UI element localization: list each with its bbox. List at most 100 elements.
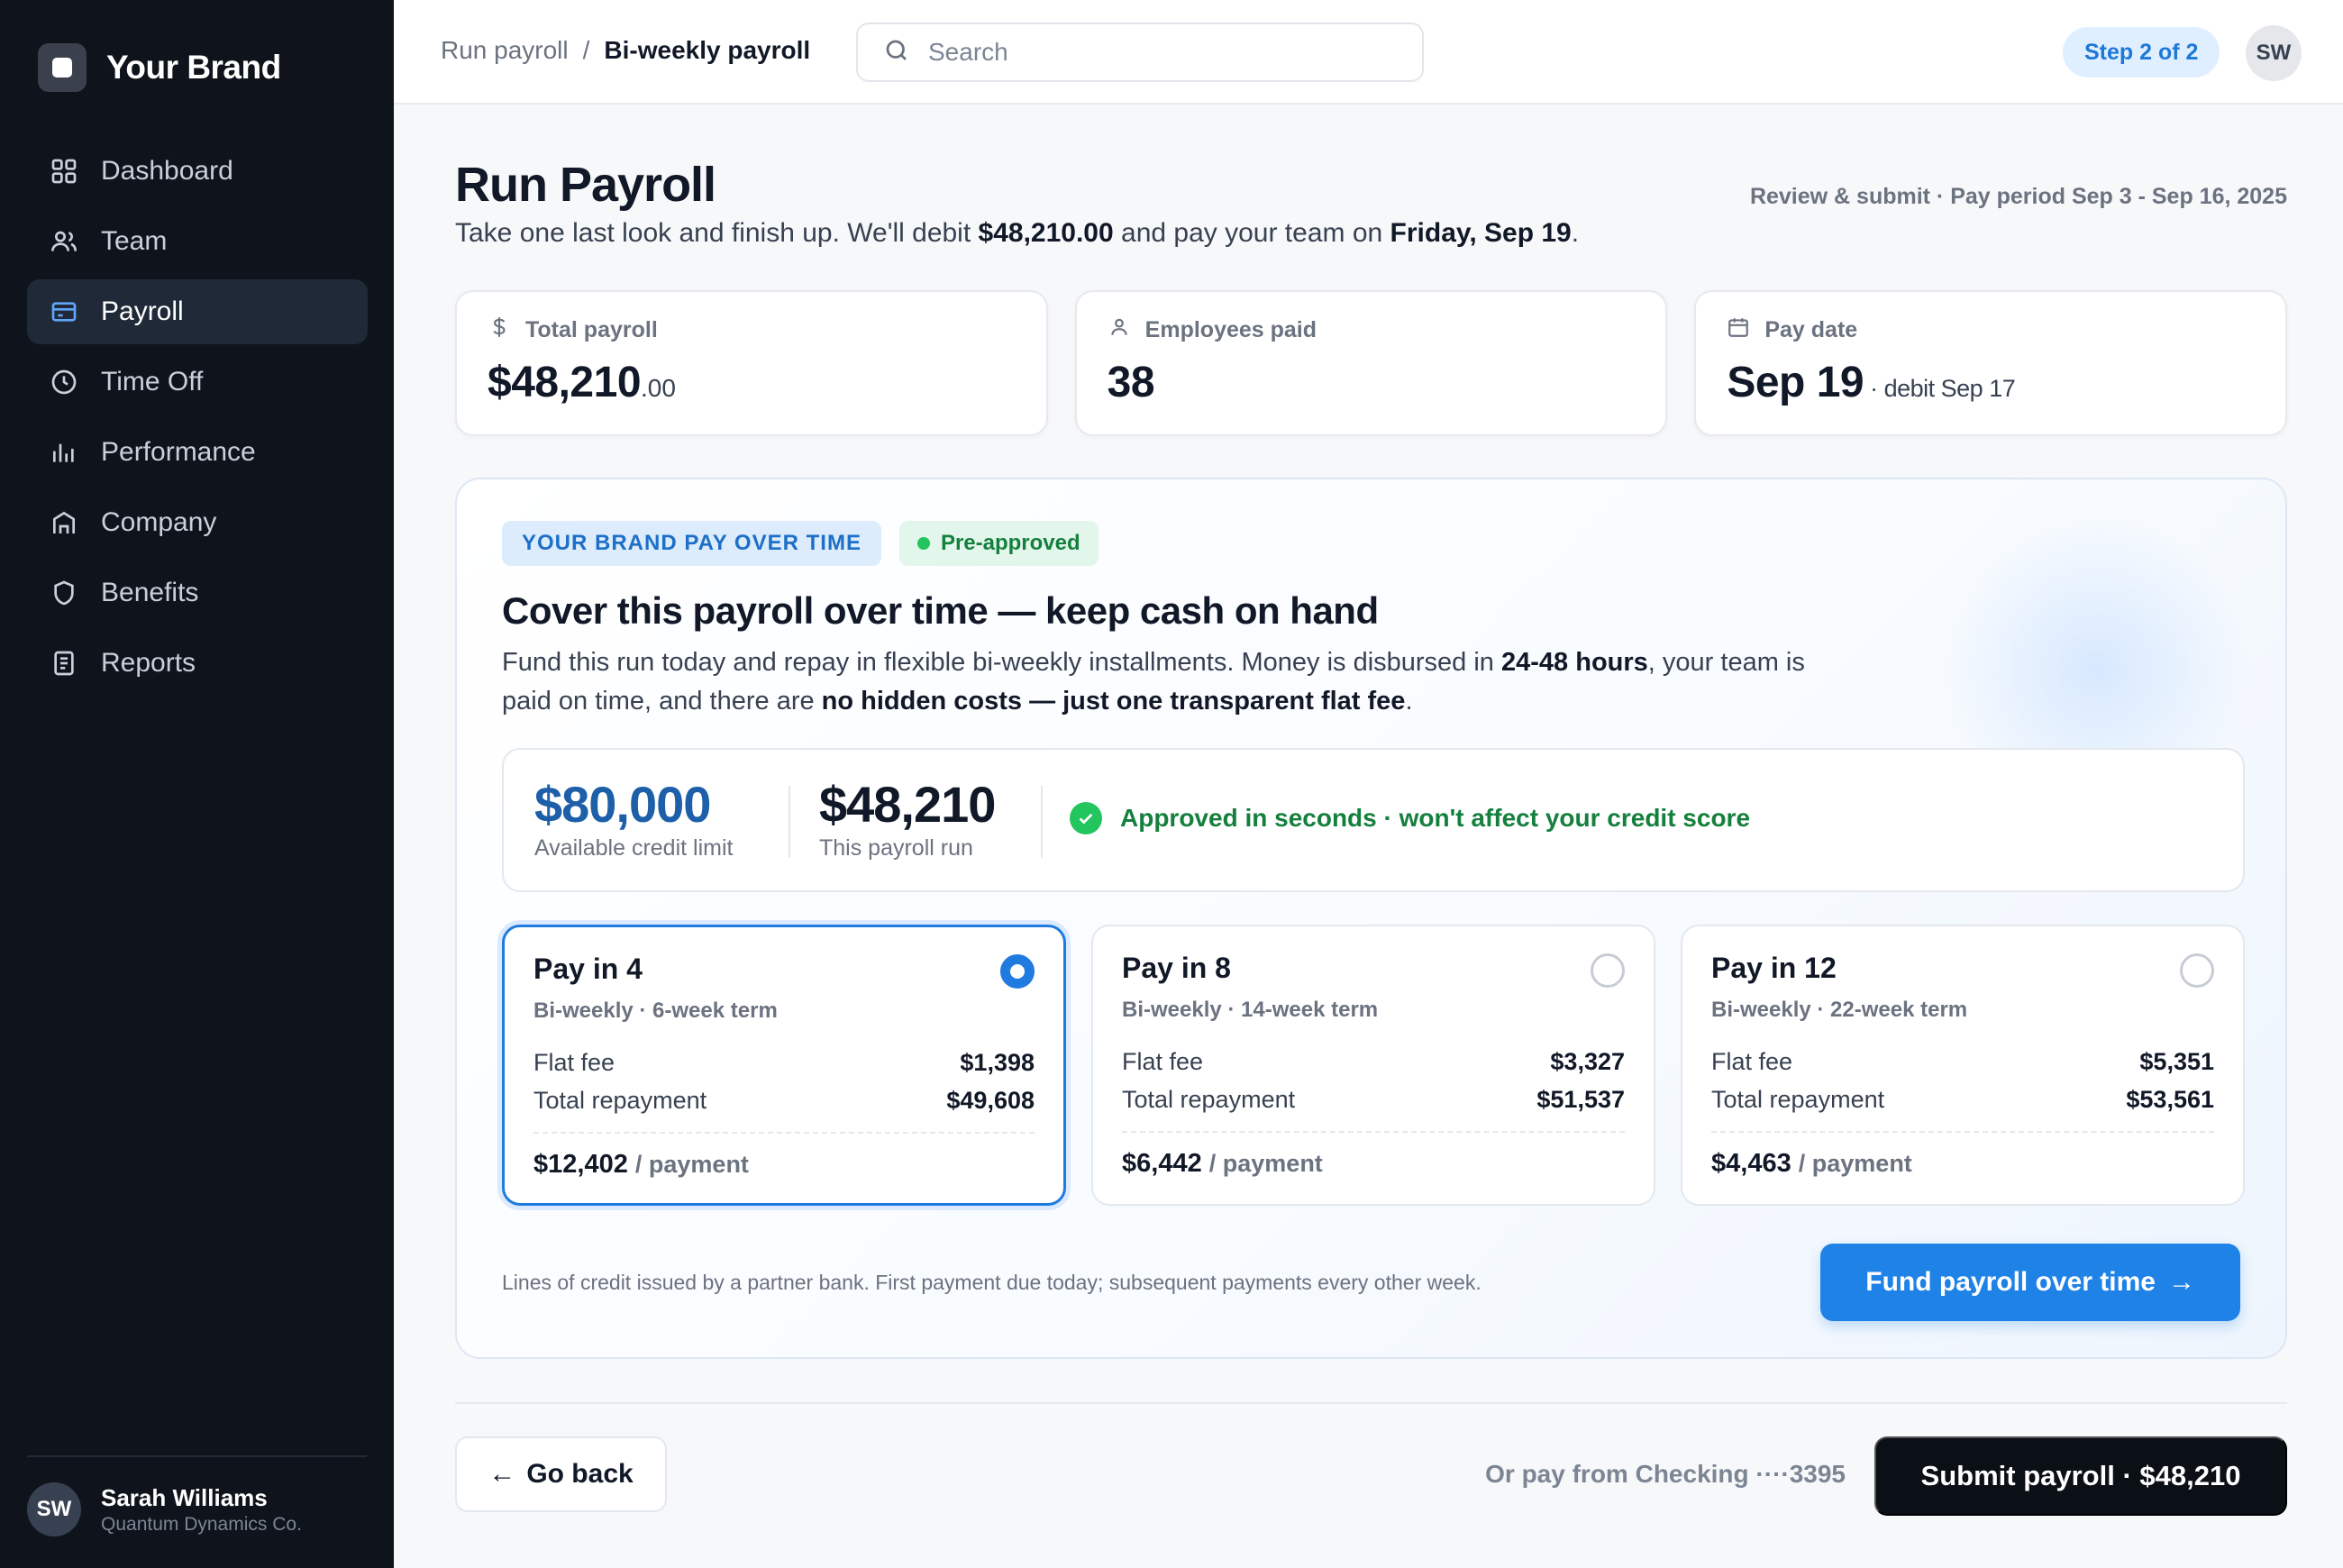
- page-subtitle: Take one last look and finish up. We'll …: [455, 218, 1579, 249]
- stat-cents: .00: [641, 374, 676, 402]
- stat-employees-paid: Employees paid 38: [1074, 290, 1668, 436]
- search-icon: [883, 37, 910, 68]
- user-org: Quantum Dynamics Co.: [101, 1513, 302, 1535]
- payroll-run-label: This payroll run: [819, 835, 973, 861]
- plan-option-pay-in-12[interactable]: Pay in 12 Bi-weekly · 22-week term Flat …: [1681, 925, 2245, 1206]
- total-value: $51,537: [1536, 1085, 1625, 1113]
- plan-options: Pay in 4 Bi-weekly · 6-week term Flat fe…: [502, 925, 2245, 1206]
- sidebar-item-label: Payroll: [101, 296, 184, 326]
- preapproved-badge: Pre-approved: [898, 521, 1099, 566]
- avatar[interactable]: SW: [2246, 25, 2302, 81]
- breadcrumb-parent[interactable]: Run payroll: [441, 36, 569, 65]
- shield-icon: [49, 578, 79, 608]
- plan-radio[interactable]: [1591, 953, 1625, 988]
- offer-text: .: [1405, 687, 1413, 716]
- plan-option-pay-in-8[interactable]: Pay in 8 Bi-weekly · 14-week term Flat f…: [1091, 925, 1655, 1206]
- stat-value: 38: [1107, 359, 1155, 406]
- status-dot-icon: [916, 537, 930, 550]
- pay-from-account[interactable]: Or pay from Checking ····3395: [1485, 1460, 1846, 1489]
- stat-total-payroll: Total payroll $48,210.00: [455, 290, 1048, 436]
- sidebar-item-benefits[interactable]: Benefits: [27, 561, 368, 625]
- breadcrumb-separator: /: [582, 36, 590, 64]
- disclaimer: Lines of credit issued by a partner bank…: [502, 1271, 1481, 1294]
- total-label: Total repayment: [533, 1086, 707, 1114]
- sidebar-item-performance[interactable]: Performance: [27, 420, 368, 485]
- pay-period: Review & submit · Pay period Sep 3 - Sep…: [1749, 184, 2287, 209]
- search-box[interactable]: [856, 23, 1424, 82]
- grid-icon: [49, 156, 79, 187]
- document-icon: [49, 648, 79, 679]
- calendar-icon: [1727, 315, 1750, 345]
- sidebar: Your Brand Dashboard Team Payroll Time O…: [0, 0, 394, 1568]
- page-title: Run Payroll: [455, 158, 716, 212]
- plan-term: Bi-weekly · 22-week term: [1711, 998, 1968, 1022]
- go-back-button[interactable]: ← Go back: [455, 1436, 667, 1512]
- topbar: Run payroll / Bi-weekly payroll Step 2 o…: [394, 0, 2343, 105]
- offer-highlight: 24-48 hours: [1501, 648, 1648, 677]
- step-badge: Step 2 of 2: [2063, 27, 2220, 77]
- breadcrumb-current: Bi-weekly payroll: [604, 36, 811, 64]
- sidebar-item-label: Dashboard: [101, 156, 233, 186]
- sidebar-item-reports[interactable]: Reports: [27, 631, 368, 696]
- stat-value: Sep 19: [1727, 359, 1864, 406]
- sidebar-item-label: Benefits: [101, 578, 199, 607]
- dollar-icon: [488, 315, 511, 345]
- stat-label: Employees paid: [1144, 317, 1317, 342]
- total-value: $49,608: [946, 1086, 1035, 1114]
- bar-chart-icon: [49, 437, 79, 468]
- offer-description: Fund this run today and repay in flexibl…: [502, 643, 1854, 721]
- plan-option-pay-in-4[interactable]: Pay in 4 Bi-weekly · 6-week term Flat fe…: [502, 925, 1066, 1206]
- credit-card-icon: [49, 296, 79, 327]
- fee-label: Flat fee: [533, 1048, 615, 1076]
- fee-label: Flat fee: [1122, 1047, 1204, 1075]
- sidebar-item-payroll[interactable]: Payroll: [27, 279, 368, 344]
- pay-over-time-offer: YOUR BRAND PAY OVER TIME Pre-approved Co…: [455, 478, 2287, 1359]
- total-label: Total repayment: [1122, 1085, 1296, 1113]
- building-icon: [49, 507, 79, 538]
- go-back-label: Go back: [526, 1459, 634, 1489]
- submit-payroll-button[interactable]: Submit payroll · $48,210: [1874, 1436, 2287, 1516]
- stat-value: $48,210: [488, 359, 642, 406]
- clock-icon: [49, 367, 79, 397]
- credit-limit-label: Available credit limit: [534, 835, 734, 861]
- plan-radio[interactable]: [1000, 954, 1035, 989]
- sidebar-item-team[interactable]: Team: [27, 209, 368, 274]
- stat-label: Total payroll: [525, 317, 658, 342]
- summary-stats: Total payroll $48,210.00 Employees paid …: [455, 290, 2288, 436]
- arrow-left-icon: ←: [488, 1459, 516, 1489]
- breadcrumb: Run payroll / Bi-weekly payroll: [441, 36, 810, 65]
- preapproved-label: Pre-approved: [940, 531, 1080, 555]
- stat-pay-date: Pay date Sep 19 · debit Sep 17: [1694, 290, 2288, 436]
- fee-label: Flat fee: [1711, 1047, 1793, 1075]
- approval-note: Approved in seconds · won't affect your …: [1070, 802, 1750, 834]
- payment-suffix: / payment: [1798, 1150, 1912, 1177]
- plan-radio[interactable]: [2180, 953, 2214, 988]
- user-name: Sarah Williams: [101, 1483, 268, 1511]
- arrow-right-icon: →: [2168, 1267, 2195, 1297]
- sidebar-user[interactable]: SW Sarah Williams Quantum Dynamics Co.: [27, 1455, 367, 1536]
- offer-highlight: no hidden costs — just one transparent f…: [821, 687, 1406, 716]
- sidebar-item-label: Reports: [101, 648, 196, 678]
- subtitle-text: and pay your team on: [1113, 218, 1390, 248]
- sidebar-item-company[interactable]: Company: [27, 490, 368, 555]
- payroll-run-amount: $48,210: [819, 776, 996, 833]
- offer-badge: YOUR BRAND PAY OVER TIME: [502, 521, 881, 566]
- credit-limit: $80,000: [534, 776, 711, 833]
- offer-text: Fund this run today and repay in flexibl…: [502, 648, 1501, 677]
- sidebar-item-time-off[interactable]: Time Off: [27, 350, 368, 415]
- subtitle-text: .: [1571, 218, 1580, 248]
- fund-payroll-button[interactable]: Fund payroll over time →: [1820, 1244, 2240, 1321]
- brand-name: Your Brand: [106, 49, 281, 86]
- brand[interactable]: Your Brand: [38, 43, 281, 92]
- users-icon: [49, 226, 79, 257]
- sidebar-item-dashboard[interactable]: Dashboard: [27, 139, 368, 204]
- fee-value: $1,398: [960, 1048, 1035, 1076]
- user-icon: [1108, 315, 1131, 345]
- sidebar-nav: Dashboard Team Payroll Time Off Performa…: [27, 139, 368, 701]
- sidebar-item-label: Team: [101, 226, 168, 256]
- sidebar-item-label: Time Off: [101, 367, 204, 397]
- payment-suffix: / payment: [634, 1151, 749, 1178]
- plan-term: Bi-weekly · 14-week term: [1122, 998, 1379, 1022]
- search-input[interactable]: [928, 38, 1397, 67]
- sidebar-item-label: Performance: [101, 437, 256, 467]
